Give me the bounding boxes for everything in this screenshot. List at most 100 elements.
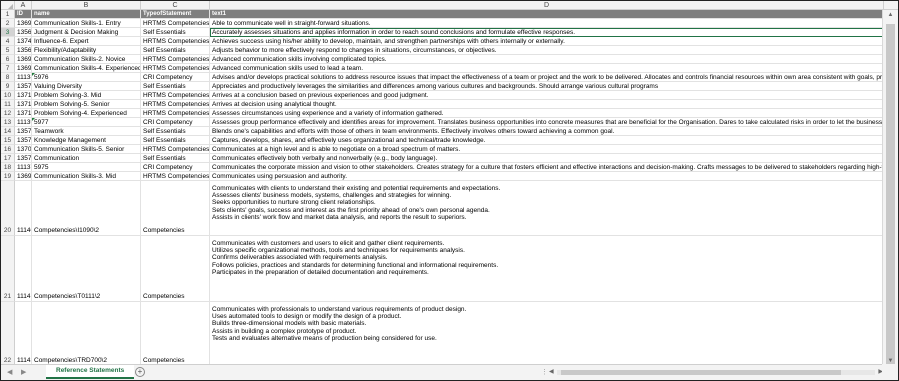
scroll-left-icon[interactable]: ◀: [549, 368, 554, 375]
row-number[interactable]: 11: [1, 100, 15, 109]
name-cell[interactable]: Teamwork: [32, 127, 141, 136]
row-number[interactable]: 16: [1, 145, 15, 154]
name-cell[interactable]: Communication Skills-2. Novice: [32, 55, 141, 64]
select-all-corner[interactable]: [1, 1, 15, 10]
header-cell-type[interactable]: TypeofStatement: [141, 10, 210, 19]
type-cell[interactable]: HRTMS Competencies: [141, 55, 210, 64]
row-number[interactable]: 20: [1, 181, 15, 236]
name-cell[interactable]: Problem Solving-3. Mid: [32, 91, 141, 100]
id-cell[interactable]: 13569: [15, 46, 32, 55]
text-cell[interactable]: Adjusts behavior to more effectively res…: [210, 46, 884, 55]
text-cell[interactable]: Advises and/or develops practical soluti…: [210, 73, 884, 82]
text-cell[interactable]: Communicates using persuasion and author…: [210, 172, 884, 181]
type-cell[interactable]: Self Essentials: [141, 154, 210, 163]
name-cell[interactable]: 5977: [32, 118, 141, 127]
text-cell[interactable]: Blends one's capabilities and efforts wi…: [210, 127, 884, 136]
id-cell[interactable]: 13570: [15, 82, 32, 91]
name-cell[interactable]: 5975: [32, 163, 141, 172]
vertical-scroll-thumb[interactable]: [886, 24, 895, 364]
text-cell[interactable]: Communicates effectively both verbally a…: [210, 154, 884, 163]
text-cell[interactable]: Communicates with clients to understand …: [210, 181, 884, 236]
text-cell[interactable]: Arrives at decision using analytical tho…: [210, 100, 884, 109]
name-cell[interactable]: Communication Skills-5. Senior: [32, 145, 141, 154]
column-header-d[interactable]: D: [210, 1, 884, 10]
column-header-a[interactable]: A: [15, 1, 32, 10]
id-cell[interactable]: 13698: [15, 172, 32, 181]
id-cell[interactable]: 13568: [15, 28, 32, 37]
id-cell[interactable]: 13572: [15, 136, 32, 145]
id-cell[interactable]: 11139: [15, 118, 32, 127]
id-cell[interactable]: 13700: [15, 145, 32, 154]
row-number[interactable]: 2: [1, 19, 15, 28]
type-cell[interactable]: HRTMS Competencies: [141, 64, 210, 73]
vertical-scrollbar[interactable]: ▲ ▼: [882, 10, 898, 366]
name-cell[interactable]: Communication Skills-1. Entry: [32, 19, 141, 28]
type-cell[interactable]: HRTMS Competencies: [141, 37, 210, 46]
tab-splitter-icon[interactable]: ⋮: [541, 368, 548, 376]
id-cell[interactable]: 13699: [15, 64, 32, 73]
text-cell[interactable]: Arrives at a conclusion based on previou…: [210, 91, 884, 100]
header-cell-text[interactable]: text1: [210, 10, 884, 19]
type-cell[interactable]: HRTMS Competencies: [141, 145, 210, 154]
row-number[interactable]: 13: [1, 118, 15, 127]
text-cell[interactable]: Assesses circumstances using experience …: [210, 109, 884, 118]
name-cell[interactable]: Problem Solving-4. Experienced: [32, 109, 141, 118]
id-cell[interactable]: 11137: [15, 163, 32, 172]
id-cell[interactable]: 13717: [15, 109, 32, 118]
row-number[interactable]: 3: [1, 28, 15, 37]
id-cell[interactable]: 13716: [15, 91, 32, 100]
name-cell[interactable]: Competencies\I1090\2: [32, 181, 141, 236]
next-sheet-icon[interactable]: ▶: [21, 368, 26, 376]
row-number[interactable]: 7: [1, 64, 15, 73]
id-cell[interactable]: 13718: [15, 100, 32, 109]
id-cell[interactable]: 11138: [15, 73, 32, 82]
header-cell-name[interactable]: name: [32, 10, 141, 19]
row-number[interactable]: 1: [1, 10, 15, 19]
type-cell[interactable]: Competencies: [141, 302, 210, 366]
text-cell[interactable]: Communicates the corporate mission and v…: [210, 163, 884, 172]
text-cell[interactable]: Appreciates and productively leverages t…: [210, 82, 884, 91]
type-cell[interactable]: HRTMS Competencies: [141, 91, 210, 100]
column-header-b[interactable]: B: [32, 1, 141, 10]
add-sheet-icon[interactable]: +: [135, 367, 145, 377]
header-cell-id[interactable]: ID: [15, 10, 32, 19]
text-cell[interactable]: Achieves success using his/her ability t…: [210, 37, 884, 46]
text-cell[interactable]: Communicates at a high level and is able…: [210, 145, 884, 154]
id-cell[interactable]: 13573: [15, 154, 32, 163]
type-cell[interactable]: CRI Competency: [141, 163, 210, 172]
id-cell[interactable]: 11142: [15, 302, 32, 366]
row-number[interactable]: 5: [1, 46, 15, 55]
type-cell[interactable]: Self Essentials: [141, 82, 210, 91]
type-cell[interactable]: HRTMS Competencies: [141, 172, 210, 181]
row-number[interactable]: 12: [1, 109, 15, 118]
name-cell[interactable]: 5976: [32, 73, 141, 82]
name-cell[interactable]: Competencies\TRD700\2: [32, 302, 141, 366]
name-cell[interactable]: Competencies\T0111\2: [32, 236, 141, 302]
row-number[interactable]: 6: [1, 55, 15, 64]
row-number[interactable]: 10: [1, 91, 15, 100]
id-cell[interactable]: 13696: [15, 19, 32, 28]
type-cell[interactable]: HRTMS Competencies: [141, 19, 210, 28]
row-number[interactable]: 19: [1, 172, 15, 181]
type-cell[interactable]: Competencies: [141, 181, 210, 236]
text-cell[interactable]: Advanced communication skills used to le…: [210, 64, 884, 73]
type-cell[interactable]: Self Essentials: [141, 127, 210, 136]
type-cell[interactable]: Self Essentials: [141, 136, 210, 145]
active-text-cell[interactable]: Accurately assesses situations and appli…: [210, 28, 884, 37]
name-cell[interactable]: Communication Skills-3. Mid: [32, 172, 141, 181]
sheet-tab-reference-statements[interactable]: Reference Statements: [46, 365, 135, 379]
type-cell[interactable]: CRI Competency: [141, 118, 210, 127]
horizontal-scrollbar[interactable]: ◀ ▶: [549, 368, 883, 377]
name-cell[interactable]: Valuing Diversity: [32, 82, 141, 91]
name-cell[interactable]: Communication Skills-4. Experienced: [32, 64, 141, 73]
name-cell[interactable]: Influence-6. Expert: [32, 37, 141, 46]
row-number[interactable]: 4: [1, 37, 15, 46]
id-cell[interactable]: 13571: [15, 127, 32, 136]
type-cell[interactable]: HRTMS Competencies: [141, 109, 210, 118]
name-cell[interactable]: Flexibility/Adaptability: [32, 46, 141, 55]
type-cell[interactable]: Self Essentials: [141, 46, 210, 55]
type-cell[interactable]: CRI Competency: [141, 73, 210, 82]
row-number[interactable]: 18: [1, 163, 15, 172]
id-cell[interactable]: 13743: [15, 37, 32, 46]
row-number[interactable]: 17: [1, 154, 15, 163]
